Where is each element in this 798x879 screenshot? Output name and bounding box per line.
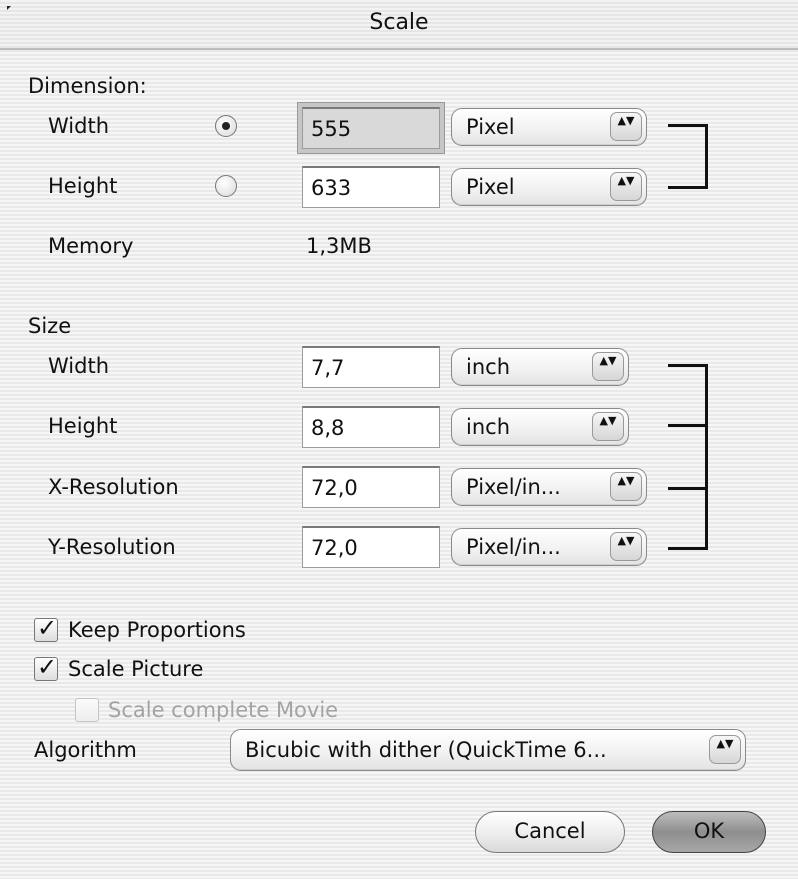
size-section-label: Size <box>28 314 72 338</box>
dimension-link-bracket <box>668 124 708 189</box>
scale-dialog: Scale Dimension: Width 555 Pixel ▲▼ Heig… <box>0 0 798 879</box>
y-resolution-unit-popup[interactable]: Pixel/in... ▲▼ <box>451 528 647 566</box>
size-height-label: Height <box>48 414 118 438</box>
size-bracket-tick <box>668 487 708 490</box>
size-bracket-tick <box>668 424 708 427</box>
dimension-height-radio[interactable] <box>215 175 237 197</box>
dimension-width-label: Width <box>48 114 110 138</box>
memory-label: Memory <box>48 234 134 258</box>
size-height-unit-popup[interactable]: inch ▲▼ <box>451 408 629 446</box>
algorithm-popup[interactable]: Bicubic with dither (QuickTime 6... ▲▼ <box>230 729 746 771</box>
memory-value: 1,3MB <box>306 234 372 258</box>
scale-complete-movie-label: Scale complete Movie <box>108 698 339 722</box>
popup-value: Pixel <box>466 115 515 139</box>
algorithm-label: Algorithm <box>34 738 137 762</box>
x-resolution-field[interactable]: 72,0 <box>302 466 440 508</box>
size-link-bracket <box>668 364 708 550</box>
x-resolution-unit-popup[interactable]: Pixel/in... ▲▼ <box>451 468 647 506</box>
popup-value: Pixel/in... <box>466 475 561 499</box>
dimension-section-label: Dimension: <box>28 74 147 98</box>
popup-arrows-icon: ▲▼ <box>592 352 624 381</box>
popup-arrows-icon: ▲▼ <box>709 735 741 764</box>
size-height-field[interactable]: 8,8 <box>302 406 440 448</box>
popup-value: inch <box>466 415 510 439</box>
popup-arrows-icon: ▲▼ <box>610 532 642 561</box>
x-resolution-label: X-Resolution <box>48 475 179 499</box>
dimension-width-unit-popup[interactable]: Pixel ▲▼ <box>451 108 647 146</box>
popup-value: inch <box>466 355 510 379</box>
size-width-field[interactable]: 7,7 <box>302 346 440 388</box>
y-resolution-field[interactable]: 72,0 <box>302 526 440 568</box>
title-bar[interactable]: Scale <box>0 0 798 50</box>
dimension-width-radio[interactable] <box>215 115 237 137</box>
scale-picture-label[interactable]: Scale Picture <box>68 657 203 681</box>
ok-button[interactable]: OK <box>652 811 766 853</box>
window-title: Scale <box>369 10 429 35</box>
popup-value: Pixel <box>466 175 515 199</box>
checkmark-icon: ✓ <box>37 614 58 642</box>
scale-picture-checkbox[interactable]: ✓ <box>34 653 58 681</box>
popup-value: Pixel/in... <box>466 535 561 559</box>
scale-complete-movie-checkbox <box>75 698 99 722</box>
keep-proportions-label[interactable]: Keep Proportions <box>68 618 246 642</box>
popup-arrows-icon: ▲▼ <box>610 472 642 501</box>
dimension-width-field[interactable]: 555 <box>302 107 440 149</box>
cancel-button[interactable]: Cancel <box>475 811 625 853</box>
dimension-height-label: Height <box>48 174 118 198</box>
popup-arrows-icon: ▲▼ <box>610 112 642 141</box>
popup-value: Bicubic with dither (QuickTime 6... <box>245 738 607 762</box>
size-width-label: Width <box>48 354 110 378</box>
popup-arrows-icon: ▲▼ <box>610 172 642 201</box>
size-width-unit-popup[interactable]: inch ▲▼ <box>451 348 629 386</box>
y-resolution-label: Y-Resolution <box>48 535 176 559</box>
dimension-height-field[interactable]: 633 <box>302 166 440 208</box>
checkmark-icon: ✓ <box>37 653 58 681</box>
popup-arrows-icon: ▲▼ <box>592 412 624 441</box>
dimension-height-unit-popup[interactable]: Pixel ▲▼ <box>451 168 647 206</box>
keep-proportions-checkbox[interactable]: ✓ <box>34 614 58 642</box>
